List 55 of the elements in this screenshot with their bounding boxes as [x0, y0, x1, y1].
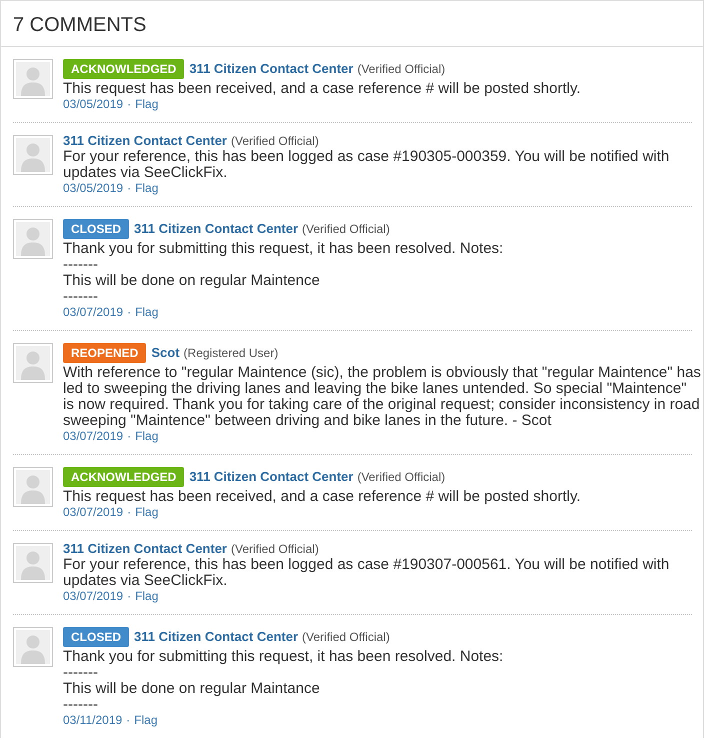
- date-link[interactable]: 03/11/2019: [63, 713, 122, 727]
- comment-text: For your reference, this has been logged as case #190305-000359. You will be notified with updates via SeeClickFix.: [63, 149, 670, 181]
- author-role: (Verified Official): [302, 221, 390, 237]
- status-tag: ACKNOWLEDGED: [63, 467, 184, 487]
- date-link[interactable]: 03/05/2019: [63, 97, 124, 111]
- meta-separator: ·: [127, 429, 132, 443]
- date-link[interactable]: 03/07/2019: [63, 505, 124, 519]
- comment-text: Thank you for submitting this request, it has been resolved. Notes: ------- This will be done on regular Maintance -------: [63, 649, 504, 713]
- comment-text: For your reference, this has been logged as case #190307-000561. You will be notified with updates via SeeClickFix.: [63, 557, 670, 589]
- person-silhouette-icon: [13, 543, 53, 583]
- meta-separator: ·: [127, 181, 132, 195]
- author-link[interactable]: 311 Citizen Contact Center: [134, 629, 298, 645]
- author-role: (Verified Official): [231, 133, 319, 149]
- author-link[interactable]: 311 Citizen Contact Center: [134, 221, 298, 237]
- status-tag: ACKNOWLEDGED: [63, 59, 184, 79]
- date-link[interactable]: 03/07/2019: [63, 305, 124, 319]
- comment-text: With reference to "regular Maintence (sic), the problem is obviously that "regular Maintence" has led to sweeping the driving lanes and leaving the bike lanes untended. So special "Maintence" is now required. Thank you for taking care of the original request; consider inconsistency in road sweeping "Maintence" between driving and bike lanes in the future. - Scot: [63, 365, 702, 429]
- status-tag: CLOSED: [63, 219, 130, 239]
- comments-heading: 7 COMMENTS: [13, 13, 146, 37]
- flag-link[interactable]: Flag: [135, 505, 158, 519]
- meta-separator: ·: [127, 589, 132, 603]
- author-link[interactable]: 311 Citizen Contact Center: [63, 541, 227, 557]
- author-link[interactable]: Scot: [151, 345, 180, 361]
- status-tag: CLOSED: [63, 627, 130, 647]
- author-link[interactable]: 311 Citizen Contact Center: [63, 133, 227, 149]
- author-role: (Verified Official): [357, 469, 446, 485]
- person-silhouette-icon: [13, 219, 53, 259]
- flag-link[interactable]: Flag: [135, 429, 158, 443]
- person-silhouette-icon: [13, 59, 53, 99]
- meta-separator: ·: [126, 713, 130, 727]
- comment-text: This request has been received, and a case reference # will be posted shortly.: [63, 81, 582, 97]
- author-role: (Verified Official): [231, 541, 319, 557]
- author-link[interactable]: 311 Citizen Contact Center: [189, 61, 354, 77]
- person-silhouette-icon: [13, 627, 53, 667]
- meta-separator: ·: [127, 97, 132, 111]
- author-link[interactable]: 311 Citizen Contact Center: [189, 469, 354, 485]
- date-link[interactable]: 03/07/2019: [63, 589, 124, 603]
- date-link[interactable]: 03/05/2019: [63, 181, 124, 195]
- meta-separator: ·: [127, 505, 132, 519]
- person-silhouette-icon: [13, 343, 53, 383]
- flag-link[interactable]: Flag: [135, 589, 158, 603]
- date-link[interactable]: 03/07/2019: [63, 429, 124, 443]
- comment-text: This request has been received, and a case reference # will be posted shortly.: [63, 489, 582, 505]
- author-role: (Verified Official): [302, 629, 390, 645]
- flag-link[interactable]: Flag: [135, 97, 158, 111]
- person-silhouette-icon: [13, 467, 53, 507]
- person-silhouette-icon: [13, 135, 53, 175]
- author-role: (Verified Official): [357, 61, 446, 77]
- meta-separator: ·: [127, 305, 132, 319]
- flag-link[interactable]: Flag: [134, 713, 158, 727]
- status-tag: REOPENED: [63, 343, 146, 363]
- flag-link[interactable]: Flag: [135, 181, 158, 195]
- comment-text: Thank you for submitting this request, it has been resolved. Notes: ------- This will be done on regular Maintence -------: [63, 241, 504, 305]
- flag-link[interactable]: Flag: [135, 305, 158, 319]
- author-role: (Registered User): [184, 345, 278, 361]
